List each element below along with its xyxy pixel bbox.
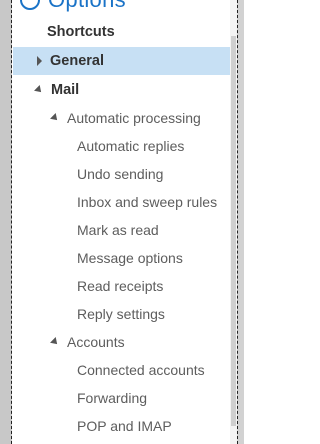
nav-item-label: Reply settings [77, 306, 165, 322]
nav-automatic-processing-label: Automatic processing [67, 110, 201, 126]
right-gutter [237, 0, 244, 444]
nav-item-label: Inbox and sweep rules [77, 194, 218, 210]
nav-item-read-receipts[interactable]: Read receipts [13, 272, 230, 300]
nav-item-label: Undo sending [77, 166, 164, 182]
options-nav-panel: Options Shortcuts General Mail Automatic… [13, 0, 230, 444]
nav-shortcuts[interactable]: Shortcuts [13, 18, 230, 46]
nav-item-label: Mark as read [77, 222, 159, 238]
collapse-arrow-icon[interactable] [34, 85, 44, 95]
options-window: Options Shortcuts General Mail Automatic… [0, 0, 244, 444]
nav-item-label: Forwarding [77, 390, 148, 406]
back-icon[interactable] [20, 0, 40, 10]
collapse-arrow-icon[interactable] [50, 113, 60, 123]
nav-item-automatic-replies[interactable]: Automatic replies [13, 132, 230, 160]
nav-item-connected-accounts[interactable]: Connected accounts [13, 356, 230, 384]
nav-item-label: Automatic replies [77, 138, 185, 154]
left-gutter [0, 0, 12, 444]
nav-automatic-processing[interactable]: Automatic processing [13, 104, 230, 132]
nav-general[interactable]: General [13, 47, 230, 75]
nav-item-forwarding[interactable]: Forwarding [13, 384, 230, 412]
nav-mail[interactable]: Mail [13, 76, 230, 104]
nav-item-undo-sending[interactable]: Undo sending [13, 160, 230, 188]
nav-item-label: Connected accounts [77, 362, 205, 378]
nav-item-label: Read receipts [77, 278, 164, 294]
nav-shortcuts-label: Shortcuts [47, 24, 115, 40]
nav-item-label: Message options [77, 250, 183, 266]
collapse-arrow-icon[interactable] [50, 337, 60, 347]
nav-item-inbox-sweep-rules[interactable]: Inbox and sweep rules [13, 188, 230, 216]
scrollbar-thumb[interactable] [231, 36, 236, 426]
nav-item-reply-settings[interactable]: Reply settings [13, 300, 230, 328]
expand-arrow-icon[interactable] [37, 56, 42, 66]
options-header: Options [13, 0, 126, 12]
page-title: Options [48, 0, 126, 13]
nav-item-message-options[interactable]: Message options [13, 244, 230, 272]
nav-accounts[interactable]: Accounts [13, 328, 230, 356]
nav-accounts-label: Accounts [67, 334, 125, 350]
nav-item-mark-as-read[interactable]: Mark as read [13, 216, 230, 244]
nav-item-pop-imap[interactable]: POP and IMAP [13, 412, 230, 440]
nav-item-label: POP and IMAP [77, 418, 172, 434]
nav-general-label: General [50, 53, 104, 69]
nav-mail-label: Mail [51, 82, 80, 98]
